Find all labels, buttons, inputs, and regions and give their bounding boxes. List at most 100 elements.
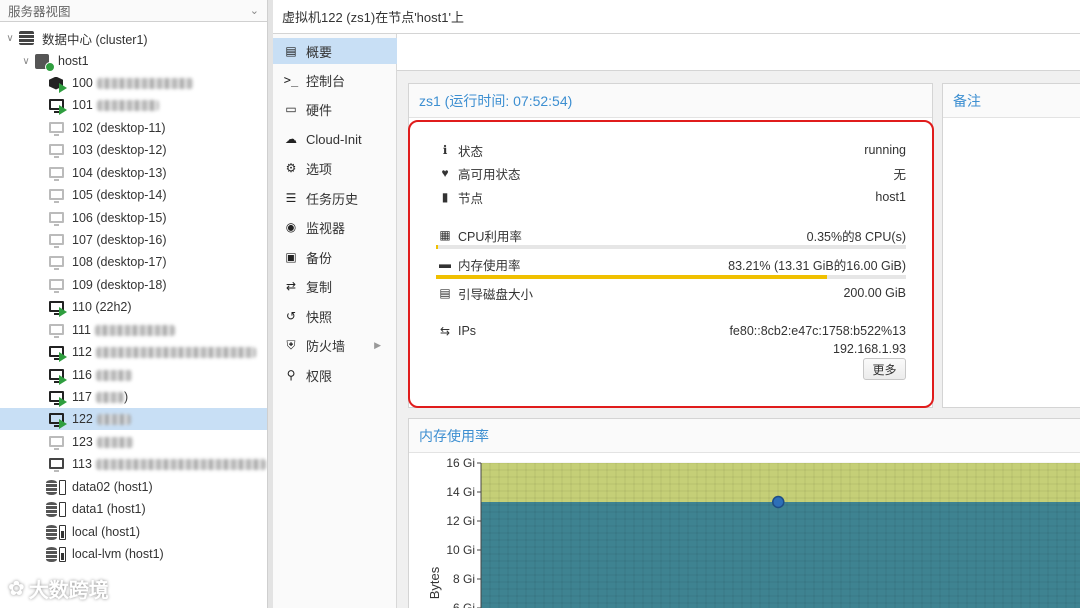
- boot-disk-row: ▤ 引导磁盘大小 200.00 GiB: [436, 283, 906, 303]
- vm-running-icon: [46, 411, 67, 429]
- tree-item-vm-106[interactable]: 106 (desktop-15): [0, 207, 267, 229]
- y-axis-label: Bytes: [427, 566, 442, 599]
- nav-monitor[interactable]: ◉ 监视器: [273, 214, 397, 240]
- cpu-value: 0.35%的8 CPU(s): [806, 229, 906, 244]
- resource-tree: 服务器视图 ⌄ ∨ 数据中心 (cluster1) ∨ host1 100 10…: [0, 0, 267, 608]
- gear-icon: ⚙: [285, 161, 297, 175]
- memory-usage-fill: [436, 275, 828, 279]
- watermark-logo: ✿ 大数跨境: [8, 578, 109, 602]
- y-tick-label: 16 Gi: [446, 456, 475, 470]
- memory-usage-bar: [436, 275, 906, 279]
- cpu-usage-fill: [436, 245, 438, 249]
- nav-cloud-init[interactable]: ☁ Cloud-Init: [273, 126, 397, 152]
- collapse-icon[interactable]: ∨: [20, 56, 32, 67]
- container-running-icon: [46, 75, 67, 93]
- memory-chart[interactable]: 16 Gi 14 Gi 12 Gi 10 Gi 8 Gi 6 Gi Bytes: [409, 453, 1080, 608]
- status-panel-title: zs1 (运行时间: 07:52:54): [409, 84, 932, 118]
- y-tick-label: 12 Gi: [446, 514, 475, 528]
- tree-item-vm-110[interactable]: 110 (22h2): [0, 296, 267, 318]
- retweet-icon: ⇄: [285, 279, 297, 293]
- tree-item-vm-102[interactable]: 102 (desktop-11): [0, 117, 267, 139]
- tree-item-vm-109[interactable]: 109 (desktop-18): [0, 274, 267, 296]
- nav-console[interactable]: >_ 控制台: [273, 67, 397, 93]
- shield-icon: ⛨: [286, 337, 296, 352]
- vm-running-icon: [46, 97, 67, 115]
- app-window: 服务器视图 ⌄ ∨ 数据中心 (cluster1) ∨ host1 100 10…: [0, 0, 1080, 608]
- nav-hardware[interactable]: ▭ 硬件: [273, 96, 397, 122]
- notes-title: 备注: [943, 84, 1080, 118]
- vm-stopped-icon: [46, 210, 66, 226]
- nav-replication[interactable]: ⇄ 复制: [273, 273, 397, 299]
- y-tick-label: 6 Gi: [453, 601, 475, 608]
- vm-stopped-icon: [46, 165, 66, 181]
- tree-item-storage-local[interactable]: local (host1): [0, 521, 267, 543]
- ips-row: ⇆ IPs fe80::8cb2:e47c:1758:b522%13: [436, 321, 906, 341]
- ha-status-value: 无: [893, 167, 906, 182]
- book-icon: ▤: [285, 44, 297, 58]
- tree-item-vm-104[interactable]: 104 (desktop-13): [0, 162, 267, 184]
- tree-item-vm-107[interactable]: 107 (desktop-16): [0, 229, 267, 251]
- more-button[interactable]: 更多: [863, 358, 906, 380]
- vm-stopped-icon: [46, 187, 66, 203]
- tree-item-vm-108[interactable]: 108 (desktop-17): [0, 251, 267, 273]
- tree-item-vm-113[interactable]: 113: [0, 453, 267, 475]
- memory-chart-panel: 内存使用率 16 Gi 14 Gi 12 Gi 10 Gi 8 Gi 6 Gi Bytes: [408, 418, 1080, 608]
- tree-view-label: 服务器视图: [8, 5, 71, 19]
- vm-stopped-icon: [46, 434, 66, 450]
- heartbeat-icon: ♥: [441, 166, 449, 180]
- cpu-icon: ▦: [439, 228, 451, 242]
- building-icon: ▮: [441, 190, 449, 204]
- memory-icon: ▬: [439, 257, 451, 271]
- nav-options[interactable]: ⚙ 选项: [273, 155, 397, 181]
- nav-firewall[interactable]: ⛨ 防火墙 ▶: [273, 332, 397, 358]
- vm-stopped-icon: [46, 232, 66, 248]
- page-title: 虚拟机122 (zs1)在节点'host1'上: [273, 0, 1080, 34]
- vm-running-icon: [46, 344, 67, 362]
- vm-running-icon: [46, 389, 67, 407]
- hdd-icon: ▤: [439, 286, 451, 300]
- tree-item-storage-data02[interactable]: data02 (host1): [0, 476, 267, 498]
- tree-item-storage-local-lvm[interactable]: local-lvm (host1): [0, 543, 267, 565]
- tree-item-vm-100[interactable]: 100: [0, 72, 267, 94]
- tree-item-vm-103[interactable]: 103 (desktop-12): [0, 139, 267, 161]
- nav-permissions[interactable]: ⚲ 权限: [273, 362, 397, 388]
- tree-item-vm-116[interactable]: 116: [0, 364, 267, 386]
- collapse-icon[interactable]: ∨: [4, 33, 16, 44]
- vm-template-icon: [46, 456, 66, 472]
- node-row: ▮ 节点 host1: [436, 187, 906, 207]
- data-point-marker: [772, 495, 785, 509]
- vm-stopped-icon: [46, 322, 66, 338]
- tree-item-host1[interactable]: ∨ host1: [0, 50, 267, 72]
- tree-item-datacenter[interactable]: ∨ 数据中心 (cluster1): [0, 27, 267, 49]
- vm-running-icon: [46, 367, 67, 385]
- status-value: running: [864, 143, 906, 157]
- nav-task-history[interactable]: ☰ 任务历史: [273, 185, 397, 211]
- tree-item-vm-122[interactable]: 122: [0, 408, 267, 430]
- memory-row: ▬ 内存使用率 83.21% (13.31 GiB的16.00 GiB): [436, 254, 906, 274]
- storage-icon: [46, 546, 66, 562]
- nav-summary[interactable]: ▤ 概要: [273, 38, 397, 64]
- exchange-icon: ⇆: [439, 324, 451, 338]
- vm-stopped-icon: [46, 120, 66, 136]
- tree-item-vm-112[interactable]: 112: [0, 341, 267, 363]
- tree-item-vm-123[interactable]: 123: [0, 431, 267, 453]
- tree-item-vm-101[interactable]: 101: [0, 94, 267, 116]
- tree-view-selector[interactable]: 服务器视图 ⌄: [0, 0, 267, 22]
- tree-item-storage-data1[interactable]: data1 (host1): [0, 498, 267, 520]
- node-value: host1: [875, 190, 906, 204]
- chevron-down-icon[interactable]: ⌄: [250, 4, 259, 17]
- y-tick-label: 8 Gi: [453, 572, 475, 586]
- nav-snapshots[interactable]: ↺ 快照: [273, 303, 397, 329]
- nav-backup[interactable]: ▣ 备份: [273, 244, 397, 270]
- tree-item-vm-117[interactable]: 117): [0, 386, 267, 408]
- vm-navigation: ▤ 概要 >_ 控制台 ▭ 硬件 ☁ Cloud-Init ⚙ 选项 ☰ 任务历…: [273, 34, 397, 608]
- desktop-icon: ▭: [285, 102, 297, 116]
- cloud-icon: ☁: [285, 132, 297, 146]
- status-row: ℹ 状态 running: [436, 140, 906, 160]
- tree-item-vm-111[interactable]: 111: [0, 319, 267, 341]
- datacenter-icon: [16, 30, 36, 46]
- vm-running-icon: [46, 299, 67, 317]
- notes-panel[interactable]: 备注: [942, 83, 1080, 408]
- ip-value-2: 192.168.1.93: [833, 342, 906, 356]
- tree-item-vm-105[interactable]: 105 (desktop-14): [0, 184, 267, 206]
